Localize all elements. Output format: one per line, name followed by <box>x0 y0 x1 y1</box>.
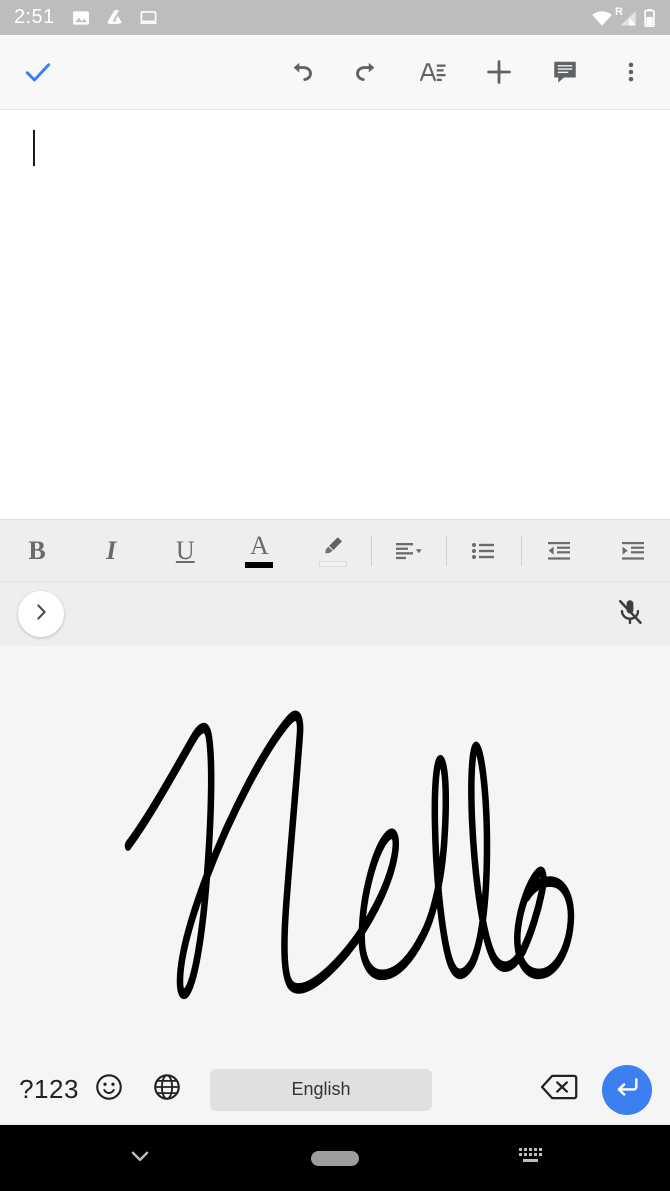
emoji-key[interactable] <box>80 1065 138 1115</box>
status-bar: 2:51 R <box>0 0 670 35</box>
globe-icon <box>152 1072 182 1107</box>
document-editor[interactable] <box>0 110 670 519</box>
backspace-icon <box>540 1073 578 1106</box>
chevron-right-icon <box>30 601 52 628</box>
status-notification-icons <box>71 8 159 28</box>
bulleted-list-button[interactable] <box>447 520 521 581</box>
done-button[interactable] <box>22 56 54 88</box>
battery-icon <box>643 8 656 28</box>
emoji-icon <box>94 1072 124 1107</box>
suggestion-strip <box>0 581 670 646</box>
enter-key[interactable] <box>602 1064 652 1115</box>
redo-button[interactable] <box>350 55 384 89</box>
underline-button[interactable]: U <box>148 520 222 581</box>
increase-indent-button[interactable] <box>596 520 670 581</box>
roaming-signal-icon: R <box>615 5 639 27</box>
android-device-screen: 2:51 R B I U A ?123 English <box>0 0 670 1191</box>
app-toolbar-actions <box>284 55 648 89</box>
status-time: 2:51 <box>14 6 55 28</box>
bold-button[interactable]: B <box>0 520 74 581</box>
text-color-swatch <box>245 562 274 568</box>
text-color-icon: A <box>245 533 274 568</box>
status-system-icons: R <box>591 5 656 28</box>
formatting-toolbar: B I U A <box>0 519 670 581</box>
wifi-icon <box>591 9 613 27</box>
text-cursor <box>33 130 35 166</box>
insert-button[interactable] <box>482 55 516 89</box>
keyboard-bottom-row: ?123 English <box>0 1055 670 1125</box>
format-icon[interactable] <box>416 55 450 89</box>
google-drive-icon <box>104 8 125 28</box>
more-options-button[interactable] <box>614 55 648 89</box>
align-button[interactable] <box>372 520 446 581</box>
symbols-key[interactable]: ?123 <box>18 1074 80 1105</box>
space-key[interactable]: English <box>210 1068 432 1111</box>
handwriting-input-canvas[interactable]: Hello <box>0 646 670 1055</box>
handwriting-ink <box>124 710 575 1000</box>
language-switch-key[interactable] <box>138 1065 196 1115</box>
microphone-muted-button[interactable] <box>608 592 652 636</box>
switch-keyboard-button[interactable] <box>500 1136 560 1180</box>
hide-keyboard-button[interactable] <box>110 1136 170 1180</box>
roaming-label: R <box>615 5 623 18</box>
backspace-key[interactable] <box>524 1065 594 1115</box>
text-color-button[interactable]: A <box>222 520 296 581</box>
cast-screen-icon <box>138 8 159 27</box>
highlight-button[interactable] <box>296 520 370 581</box>
highlight-color-swatch <box>319 561 348 567</box>
chevron-down-icon <box>127 1143 153 1174</box>
enter-icon <box>613 1073 641 1106</box>
keyboard-icon <box>517 1145 543 1172</box>
image-icon <box>71 8 91 28</box>
microphone-muted-icon <box>615 597 645 632</box>
system-navigation-bar <box>0 1125 670 1191</box>
comment-icon[interactable] <box>548 55 582 89</box>
highlighter-icon <box>319 534 348 567</box>
home-indicator[interactable] <box>310 1150 359 1166</box>
decrease-indent-button[interactable] <box>522 520 596 581</box>
undo-button[interactable] <box>284 55 318 89</box>
italic-button[interactable]: I <box>74 520 148 581</box>
app-toolbar <box>0 35 670 110</box>
expand-toolbar-button[interactable] <box>18 591 64 637</box>
